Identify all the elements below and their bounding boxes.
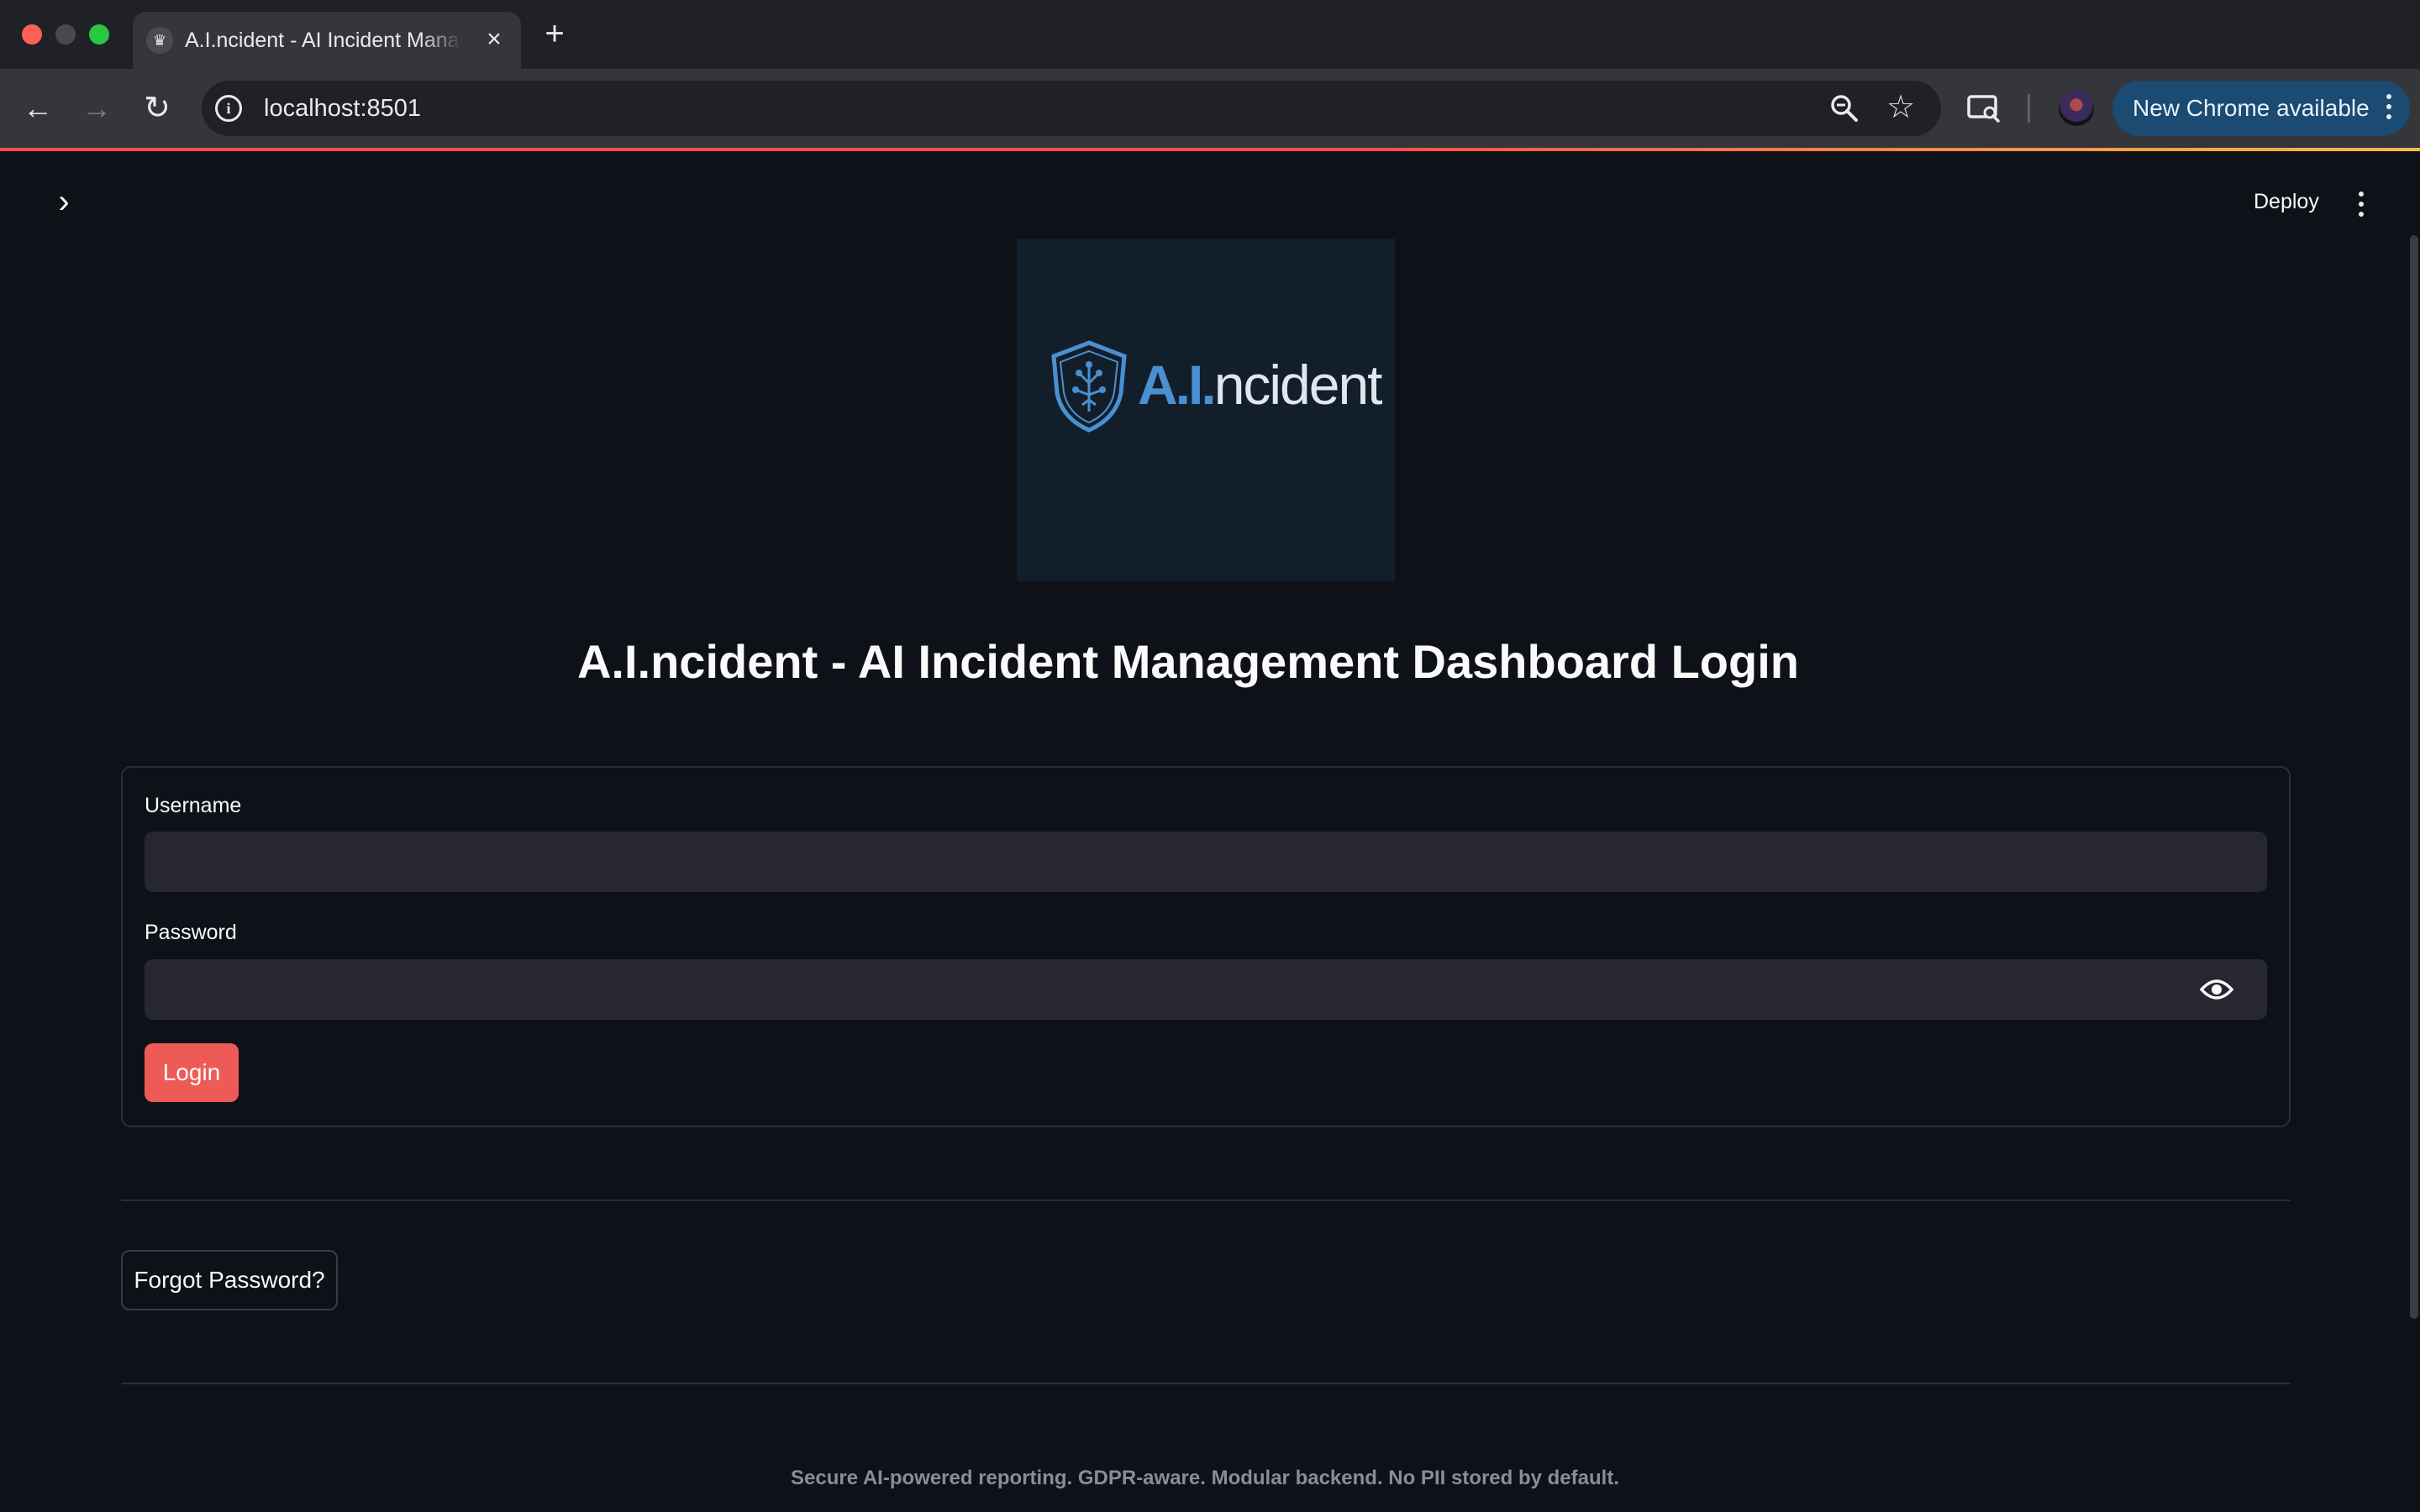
browser-tab-strip: ♛ A.I.ncident - AI Incident Management D… [0, 0, 2420, 69]
eye-icon[interactable] [2200, 976, 2233, 1003]
main-menu-icon[interactable] [2353, 190, 2370, 218]
logo-wordmark: A.I.ncident [1138, 354, 1383, 416]
password-label: Password [145, 921, 237, 944]
divider [121, 1383, 2291, 1384]
username-label: Username [145, 794, 242, 817]
password-input[interactable] [145, 959, 2267, 1020]
maximize-window-button[interactable] [89, 24, 109, 45]
app-main: › Deploy A.I.ncident A.I.ncident - AI In… [0, 151, 2420, 1512]
crown-icon: ♛ [146, 27, 173, 54]
toolbar-divider [2028, 94, 2030, 123]
divider [121, 1200, 2291, 1201]
browser-toolbar: ← → ↻ i localhost:8501 ☆ New Chrome avai… [0, 69, 2420, 148]
minimize-window-button[interactable] [55, 24, 76, 45]
close-window-button[interactable] [22, 24, 42, 45]
shield-circuit-icon [1051, 340, 1127, 433]
scrollbar[interactable] [2410, 235, 2418, 1319]
page-title: A.I.ncident - AI Incident Management Das… [576, 635, 1799, 688]
login-button[interactable]: Login [145, 1043, 239, 1102]
avatar[interactable] [2059, 91, 2094, 126]
browser-tab[interactable]: ♛ A.I.ncident - AI Incident Management D… [133, 12, 521, 69]
logo-image: A.I.ncident [1017, 239, 1395, 581]
new-chrome-available-button[interactable]: New Chrome available [2112, 81, 2410, 136]
forgot-password-button[interactable]: Forgot Password? [121, 1250, 338, 1310]
info-icon[interactable]: i [215, 95, 242, 122]
cast-icon[interactable] [1966, 91, 2002, 126]
back-arrow-icon[interactable]: ← [18, 89, 57, 128]
forward-arrow-icon[interactable]: → [77, 89, 116, 128]
zoom-icon[interactable] [1828, 92, 1860, 124]
sidebar-expand-chevron-icon[interactable]: › [47, 185, 81, 220]
deploy-button[interactable]: Deploy [2244, 183, 2329, 220]
username-input[interactable] [145, 832, 2267, 892]
star-icon[interactable]: ☆ [1882, 89, 1919, 126]
tab-title: A.I.ncident - AI Incident Management Das… [185, 12, 462, 69]
new-tab-icon[interactable]: + [539, 17, 570, 50]
footer-text: Secure AI-powered reporting. GDPR-aware.… [791, 1467, 1619, 1489]
kebab-menu-icon[interactable] [2385, 94, 2393, 123]
login-form: Username Password Login [121, 766, 2291, 1127]
url-text[interactable]: localhost:8501 [264, 81, 421, 136]
address-bar[interactable]: i localhost:8501 ☆ [202, 81, 1941, 136]
reload-icon[interactable]: ↻ [138, 89, 176, 128]
tab-close-icon[interactable]: × [481, 27, 508, 54]
update-label: New Chrome available [2133, 95, 2370, 121]
